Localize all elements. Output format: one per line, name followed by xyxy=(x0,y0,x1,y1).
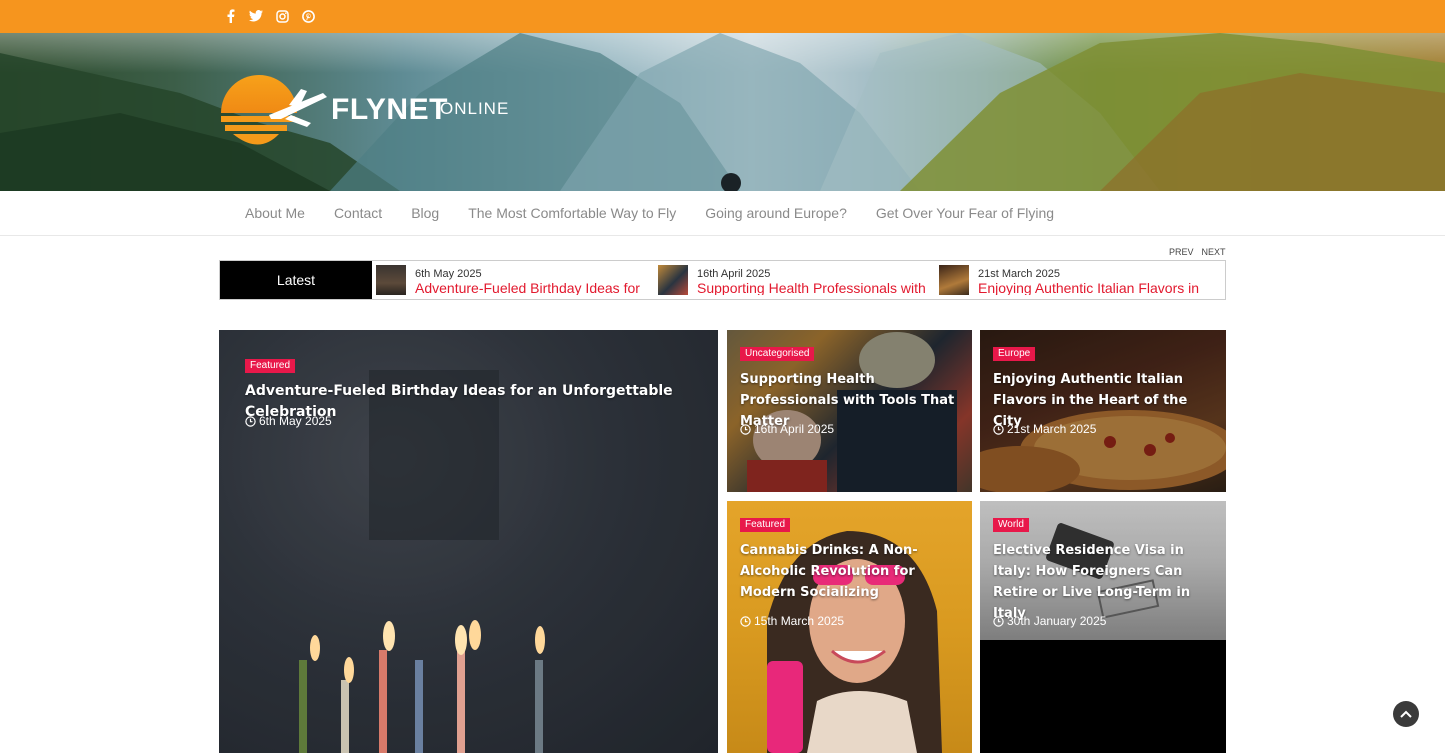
facebook-icon[interactable] xyxy=(222,8,238,24)
social-links xyxy=(222,8,316,24)
nav-item-blog[interactable]: Blog xyxy=(411,205,439,221)
ticker-item-date: 21st March 2025 xyxy=(978,268,1060,280)
post-date: 6th May 2025 xyxy=(245,414,332,428)
post-date: 16th April 2025 xyxy=(740,422,834,436)
post-date: 30th January 2025 xyxy=(993,614,1106,628)
ticker-item-date: 16th April 2025 xyxy=(697,268,771,280)
sun-plane-logo-icon xyxy=(221,75,327,145)
ticker-item[interactable]: 21st March 2025 Enjoying Authentic Itali… xyxy=(939,265,1221,295)
logo-brand-text: FLYNET xyxy=(331,93,448,126)
post-date-text: 30th January 2025 xyxy=(1007,614,1107,628)
category-tag[interactable]: Europe xyxy=(993,347,1036,361)
post-date-text: 16th April 2025 xyxy=(754,422,835,436)
ticker-label: Latest xyxy=(220,261,372,299)
category-tag[interactable]: Featured xyxy=(245,359,296,373)
instagram-icon[interactable] xyxy=(274,8,290,24)
logo-sub-text: ONLINE xyxy=(440,99,510,118)
post-date-text: 6th May 2025 xyxy=(259,414,332,428)
ticker-item-title[interactable]: Enjoying Authentic Italian Flavors in xyxy=(978,280,1199,295)
nav-item-around-europe[interactable]: Going around Europe? xyxy=(705,205,847,221)
category-tag[interactable]: Featured xyxy=(740,518,791,532)
ticker-thumbnail xyxy=(658,265,688,295)
clock-icon xyxy=(740,615,751,627)
chevron-up-icon xyxy=(1400,710,1412,718)
ticker-item-date: 6th May 2025 xyxy=(415,268,482,280)
header-banner: FLYNET ONLINE xyxy=(0,33,1445,191)
post-card[interactable]: Featured Cannabis Drinks: A Non-Alcoholi… xyxy=(727,501,972,753)
category-tag[interactable]: Uncategorised xyxy=(740,347,815,361)
top-bar xyxy=(0,0,1445,33)
latest-ticker: Latest 6th May 2025 Adventure-Fueled Bir… xyxy=(219,260,1226,300)
ticker-item[interactable]: 16th April 2025 Supporting Health Profes… xyxy=(658,265,940,295)
nav-item-contact[interactable]: Contact xyxy=(334,205,382,221)
post-title[interactable]: Elective Residence Visa in Italy: How Fo… xyxy=(993,540,1218,624)
nav-item-fear-of-flying[interactable]: Get Over Your Fear of Flying xyxy=(876,205,1054,221)
scroll-to-top-button[interactable] xyxy=(1393,701,1419,727)
nav-item-comfortable-way[interactable]: The Most Comfortable Way to Fly xyxy=(468,205,676,221)
ticker-item[interactable]: 6th May 2025 Adventure-Fueled Birthday I… xyxy=(376,265,658,295)
clock-icon xyxy=(993,615,1004,627)
clock-icon xyxy=(245,415,256,427)
clock-icon xyxy=(740,423,751,435)
post-card[interactable]: Europe Enjoying Authentic Italian Flavor… xyxy=(980,330,1226,492)
site-logo[interactable]: FLYNET ONLINE xyxy=(219,75,519,155)
ticker-item-title[interactable]: Adventure-Fueled Birthday Ideas for xyxy=(415,280,640,295)
main-navigation: About Me Contact Blog The Most Comfortab… xyxy=(0,191,1445,236)
featured-post-card[interactable]: Featured Adventure-Fueled Birthday Ideas… xyxy=(219,330,718,753)
ticker-prev-button[interactable]: PREV xyxy=(1169,247,1194,257)
post-card[interactable]: Uncategorised Supporting Health Professi… xyxy=(727,330,972,492)
post-date-text: 15th March 2025 xyxy=(754,614,845,628)
post-date: 15th March 2025 xyxy=(740,614,844,628)
post-title[interactable]: Cannabis Drinks: A Non-Alcoholic Revolut… xyxy=(740,540,965,603)
ticker-controls: PREV NEXT xyxy=(1169,247,1226,257)
nav-item-about-me[interactable]: About Me xyxy=(245,205,305,221)
ticker-thumbnail xyxy=(939,265,969,295)
post-date: 21st March 2025 xyxy=(993,422,1096,436)
pinterest-icon[interactable] xyxy=(300,8,316,24)
category-tag[interactable]: World xyxy=(993,518,1029,532)
post-card[interactable]: World Elective Residence Visa in Italy: … xyxy=(980,501,1226,753)
ticker-next-button[interactable]: NEXT xyxy=(1202,247,1226,257)
clock-icon xyxy=(993,423,1004,435)
ticker-thumbnail xyxy=(376,265,406,295)
ticker-item-title[interactable]: Supporting Health Professionals with xyxy=(697,280,926,295)
twitter-icon[interactable] xyxy=(248,8,264,24)
mountain-landscape-image xyxy=(0,33,1445,191)
post-date-text: 21st March 2025 xyxy=(1007,422,1097,436)
